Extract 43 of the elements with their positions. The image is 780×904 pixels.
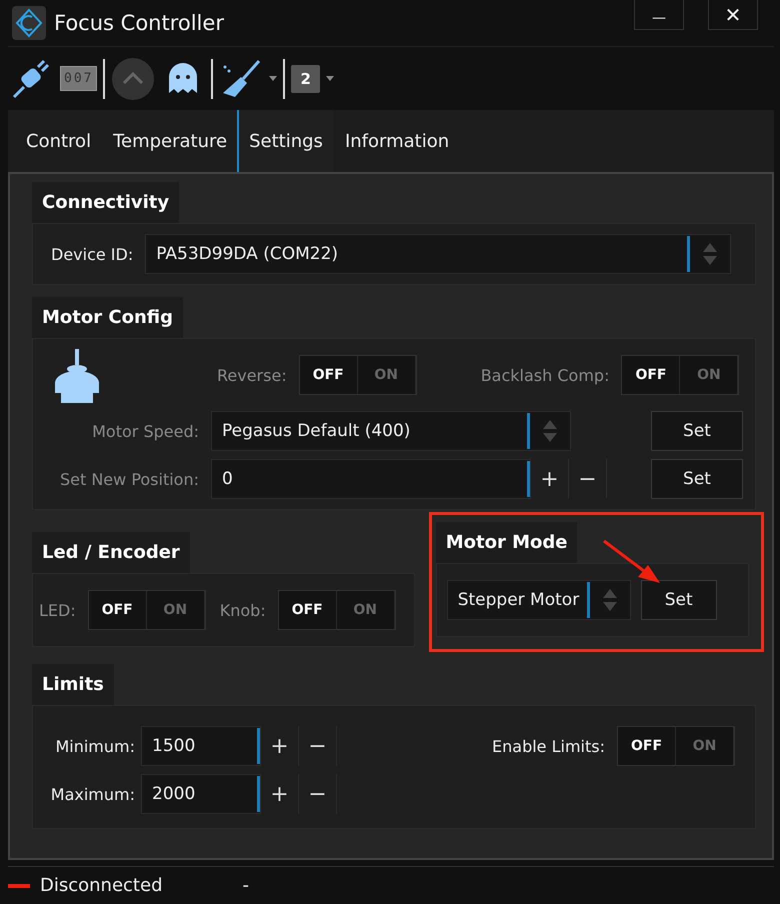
field-label: Motor Speed: bbox=[91, 422, 199, 440]
plus-button[interactable]: + bbox=[260, 774, 298, 814]
app-logo-icon bbox=[12, 6, 46, 40]
set-button[interactable]: Set bbox=[640, 580, 717, 620]
field-value: 1500 bbox=[151, 736, 196, 756]
field-label: Device ID: bbox=[51, 244, 134, 264]
field-label: Minimum: bbox=[54, 736, 135, 756]
field-label: Set New Position: bbox=[58, 470, 199, 488]
caret-icon[interactable] bbox=[326, 76, 334, 82]
toggle-label: Enable Limits: bbox=[492, 736, 605, 756]
toggle-option[interactable]: OFF bbox=[618, 727, 676, 765]
section-title: Motor Config bbox=[32, 297, 184, 338]
device-dropdown[interactable]: PA53D99DA (COM22) bbox=[145, 234, 732, 274]
toggle-label: Backlash Comp: bbox=[480, 366, 610, 384]
plus-button[interactable]: + bbox=[260, 726, 298, 766]
tab[interactable]: Temperature bbox=[101, 110, 238, 172]
number-field[interactable]: 2000 + − bbox=[141, 774, 337, 814]
minus-button[interactable]: − bbox=[298, 774, 336, 814]
field-value: 0 bbox=[221, 469, 234, 489]
tab[interactable]: Information bbox=[332, 110, 460, 172]
number-field[interactable]: 1500 + − bbox=[141, 726, 337, 766]
toggle-switch[interactable]: OFF ON bbox=[617, 726, 735, 766]
annotation-arrow bbox=[602, 539, 662, 585]
toggle-label: LED: bbox=[39, 600, 76, 620]
window-title: Focus Controller bbox=[54, 11, 225, 35]
toggle-label: Reverse: bbox=[217, 366, 287, 384]
toggle-label: Knob: bbox=[220, 600, 266, 620]
section-title: Motor Mode bbox=[436, 522, 578, 563]
close-button[interactable]: ✕ bbox=[708, 0, 758, 30]
field-value: 2000 bbox=[151, 784, 196, 804]
section-title: Led / Encoder bbox=[32, 532, 190, 573]
section-title: Connectivity bbox=[32, 182, 180, 223]
field-label: Maximum: bbox=[50, 784, 135, 804]
mode-dropdown[interactable]: Stepper Motor bbox=[446, 580, 631, 620]
minus-button[interactable]: − bbox=[298, 726, 336, 766]
minimize-button[interactable]: — bbox=[634, 0, 684, 30]
profile-number[interactable]: 2 bbox=[291, 64, 320, 92]
tab[interactable]: Settings bbox=[237, 110, 333, 172]
tab[interactable]: Control bbox=[14, 110, 102, 172]
status-text: Disconnected bbox=[40, 875, 162, 896]
status-detail: - bbox=[242, 875, 249, 896]
caret-icon[interactable] bbox=[269, 76, 278, 82]
section-title: Limits bbox=[32, 664, 114, 705]
